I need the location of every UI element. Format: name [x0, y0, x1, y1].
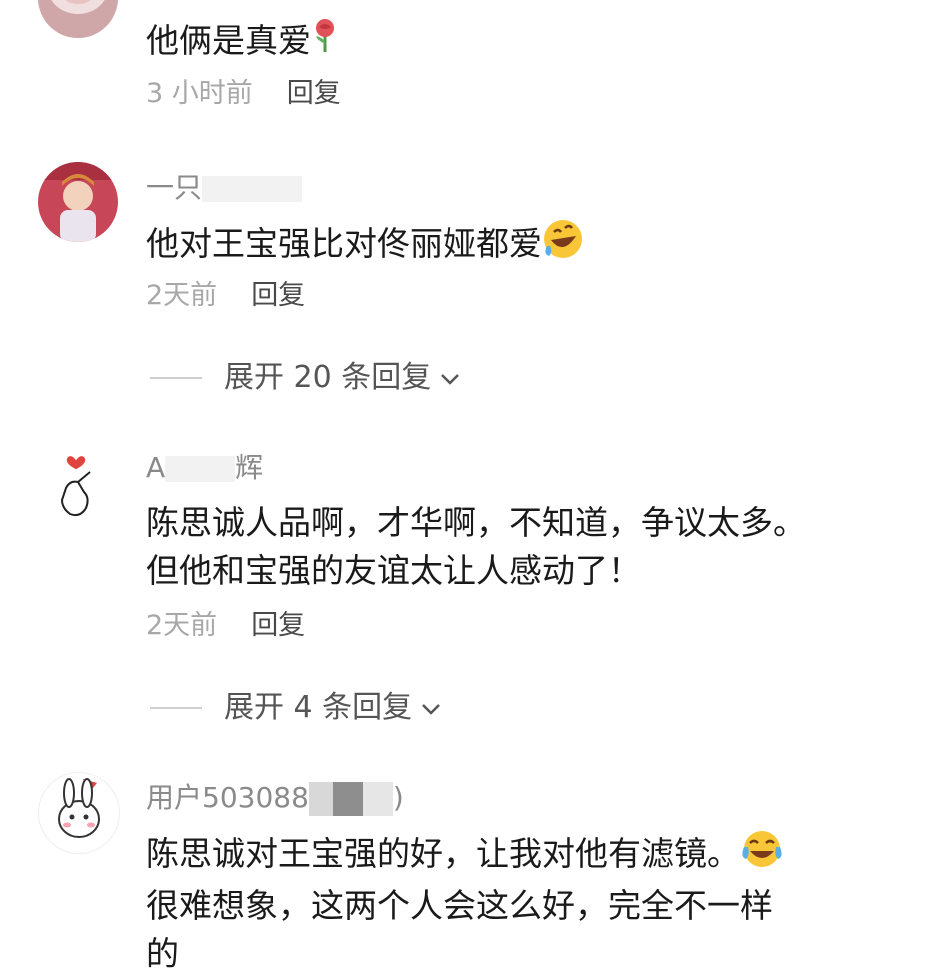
comment-meta: 3 小时前 回复	[146, 76, 341, 112]
reply-button[interactable]: 回复	[287, 78, 341, 109]
comment-time: 3 小时前	[146, 78, 253, 109]
masked-username	[362, 782, 393, 816]
username[interactable]: 一只	[146, 170, 303, 206]
comment-line: 陈思诚人品啊，才华啊，不知道，争议太多。	[146, 503, 806, 542]
reply-button[interactable]: 回复	[251, 610, 305, 641]
expand-replies-button[interactable]: 展开 4 条回复	[150, 688, 442, 728]
username[interactable]: 用户503088)	[146, 780, 404, 816]
comment-time: 2天前	[146, 280, 218, 311]
avatar[interactable]	[38, 162, 118, 242]
masked-username	[308, 782, 333, 816]
username[interactable]: A辉	[146, 450, 263, 486]
joy-icon	[740, 829, 784, 882]
comment-content: 他俩是真爱	[146, 17, 339, 67]
comment-line: 的	[146, 934, 179, 973]
comment-meta: 2天前 回复	[146, 608, 305, 644]
masked-username	[202, 176, 303, 202]
comment-line: 很难想象，这两个人会这么好，完全不一样	[146, 886, 773, 925]
comment-content: 他对王宝强比对佟丽娅都爱	[146, 218, 584, 273]
avatar[interactable]	[38, 0, 118, 38]
rofl-icon	[542, 218, 584, 273]
avatar[interactable]	[38, 772, 120, 854]
divider-line	[150, 707, 202, 709]
comment-line: 但他和宝强的友谊太让人感动了！	[146, 551, 641, 590]
masked-username	[332, 782, 363, 816]
comment-line: 陈思诚对王宝强的好，让我对他有滤镜。	[146, 829, 784, 882]
expand-replies-label: 展开 20 条回复	[224, 360, 432, 395]
rose-icon	[311, 18, 339, 67]
expand-replies-label: 展开 4 条回复	[224, 690, 413, 725]
reply-button[interactable]: 回复	[251, 280, 305, 311]
chevron-down-icon	[420, 688, 442, 728]
divider-line	[150, 377, 202, 379]
expand-replies-button[interactable]: 展开 20 条回复	[150, 358, 461, 398]
masked-username	[165, 456, 236, 482]
comment-content: 陈思诚对王宝强的好，让我对他有滤镜。 很难想象，这两个人会这么好，完全不一样 的	[146, 829, 784, 978]
comment-time: 2天前	[146, 610, 218, 641]
comment-meta: 2天前 回复	[146, 278, 305, 314]
comment-content: 陈思诚人品啊，才华啊，不知道，争议太多。 但他和宝强的友谊太让人感动了！	[146, 499, 806, 595]
avatar[interactable]	[40, 448, 120, 528]
chevron-down-icon	[439, 358, 461, 398]
